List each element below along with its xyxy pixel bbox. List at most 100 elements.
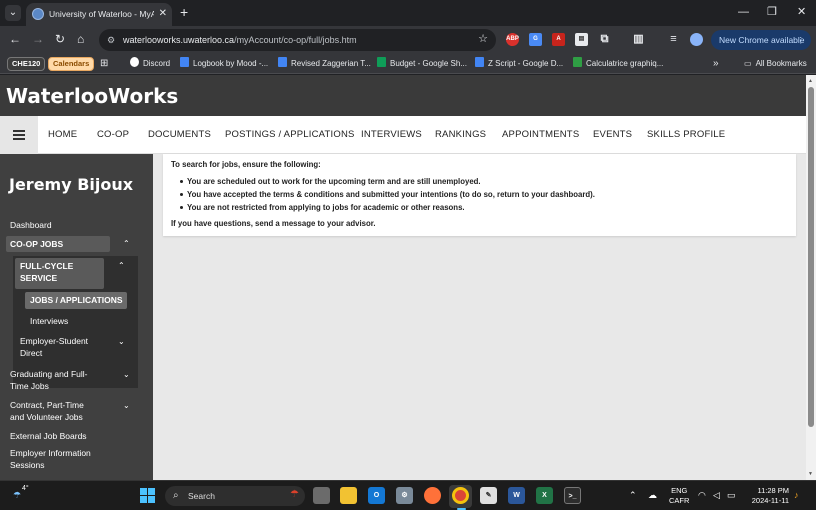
chevron-down-icon[interactable]: ⌄ bbox=[123, 401, 130, 411]
battery-icon[interactable]: ▭ bbox=[727, 490, 736, 501]
tray-overflow-chevron-icon[interactable]: ⌃ bbox=[629, 490, 637, 501]
file-explorer-icon[interactable] bbox=[340, 487, 357, 504]
reading-list-icon[interactable]: ≡ bbox=[667, 33, 680, 46]
wifi-icon[interactable]: ◠ bbox=[698, 490, 706, 501]
nav-rankings[interactable]: RANKINGS bbox=[435, 128, 486, 142]
tab-close-icon[interactable]: ✕ bbox=[159, 7, 167, 21]
user-name: Jeremy Bijoux bbox=[9, 175, 134, 194]
apps-grid-icon[interactable]: ⊞ bbox=[100, 57, 108, 71]
settings-gear-icon[interactable]: ⚙ bbox=[396, 487, 413, 504]
extensions-puzzle-icon[interactable]: ⧉ bbox=[598, 33, 611, 46]
chrome-icon[interactable] bbox=[452, 487, 469, 504]
minimize-icon[interactable]: — bbox=[738, 5, 749, 19]
sidebar-item-interviews[interactable]: Interviews bbox=[30, 315, 68, 327]
tab-active[interactable]: University of Waterloo - MyAcc ✕ bbox=[26, 3, 172, 26]
notepad-icon[interactable]: ✎ bbox=[480, 487, 497, 504]
bookmark-chip-che120[interactable]: CHE120 bbox=[7, 57, 46, 71]
nav-interviews[interactable]: INTERVIEWS bbox=[361, 128, 422, 142]
sidebar-item-employer-student-direct[interactable]: Employer-Student Direct bbox=[20, 335, 88, 359]
sidebar-item-dashboard[interactable]: Dashboard bbox=[10, 219, 52, 231]
chevron-down-icon[interactable]: ⌄ bbox=[123, 370, 130, 380]
tab-search-chevron-icon[interactable]: ⌄ bbox=[5, 5, 21, 21]
new-tab-plus-icon[interactable]: + bbox=[180, 4, 188, 20]
profile-avatar-icon[interactable] bbox=[690, 33, 703, 46]
firefox-icon[interactable] bbox=[424, 487, 441, 504]
bookmarks-overflow-chevron-icon[interactable]: » bbox=[713, 57, 719, 71]
page-scrollbar[interactable]: ▲ ▼ bbox=[806, 75, 816, 480]
forward-arrow-icon[interactable]: → bbox=[32, 32, 44, 46]
site-logo[interactable]: WaterlooWorks bbox=[6, 84, 178, 108]
nav-co-op[interactable]: CO-OP bbox=[97, 128, 129, 142]
side-panel-icon[interactable]: ▥ bbox=[632, 33, 645, 46]
folder-icon: ▭ bbox=[744, 59, 752, 68]
new-chrome-available-button[interactable]: New Chrome available ⋮ bbox=[711, 30, 811, 50]
chevron-up-icon[interactable]: ⌃ bbox=[123, 239, 130, 249]
nav-events[interactable]: EVENTS bbox=[593, 128, 632, 142]
pdf-extension-icon[interactable]: A bbox=[552, 33, 565, 46]
excel-icon[interactable]: X bbox=[536, 487, 553, 504]
rain-cloud-icon: ☂ bbox=[13, 490, 22, 500]
windows-start-icon[interactable] bbox=[140, 488, 156, 504]
volume-icon[interactable]: ◁ bbox=[713, 490, 720, 501]
bookmark-logbook[interactable]: Logbook by Mood -... bbox=[180, 57, 268, 71]
home-icon[interactable]: ⌂ bbox=[77, 32, 84, 46]
nav-skills-profile[interactable]: SKILLS PROFILE bbox=[647, 128, 725, 142]
bookmark-revised-zaggerian[interactable]: Revised Zaggerian T... bbox=[278, 57, 371, 71]
hamburger-menu-icon[interactable] bbox=[0, 116, 38, 154]
chevron-up-icon[interactable]: ⌃ bbox=[118, 261, 125, 271]
google-docs-icon bbox=[278, 57, 287, 67]
adblock-extension-icon[interactable]: ABP bbox=[506, 33, 519, 46]
language-indicator[interactable]: ENG CAFR bbox=[669, 486, 689, 506]
notification-bell-icon[interactable]: ♪ bbox=[794, 490, 799, 501]
document-extension-icon[interactable]: ▤ bbox=[575, 33, 588, 46]
browser-toolbar: ← → ↻ ⌂ ⚙ waterlooworks.uwaterloo.ca/myA… bbox=[0, 26, 816, 54]
chevron-down-icon[interactable]: ⌄ bbox=[118, 337, 125, 347]
sidebar-item-jobs-applications[interactable]: JOBS / APPLICATIONS bbox=[30, 294, 123, 306]
nav-documents[interactable]: DOCUMENTS bbox=[148, 128, 211, 142]
weather-widget[interactable]: ☂ 4° bbox=[13, 485, 33, 506]
restore-icon[interactable]: ❐ bbox=[767, 5, 777, 19]
site-info-icon[interactable]: ⚙ bbox=[107, 34, 115, 46]
taskbar-search[interactable]: ⌕ Search ☂ bbox=[165, 486, 305, 506]
windows-taskbar: ☂ 4° ⌕ Search ☂ O ⚙ ✎ W X >_ ⌃ ☁ ENG CAFR… bbox=[0, 480, 816, 510]
bookmarks-bar: CHE120 Calendars ⊞ Discord Logbook by Mo… bbox=[0, 54, 816, 74]
task-view-icon[interactable] bbox=[313, 487, 330, 504]
bookmark-z-script[interactable]: Z Script - Google D... bbox=[475, 57, 563, 71]
sidebar-item-coop-jobs[interactable]: CO-OP JOBS bbox=[10, 238, 63, 250]
bookmark-discord[interactable]: Discord bbox=[130, 57, 170, 71]
nav-postings-applications[interactable]: POSTINGS / APPLICATIONS bbox=[225, 128, 355, 142]
sidebar-item-contract-part-time[interactable]: Contract, Part-Time and Volunteer Jobs bbox=[10, 399, 84, 423]
reload-icon[interactable]: ↻ bbox=[55, 32, 65, 46]
url-text[interactable]: waterlooworks.uwaterloo.ca/myAccount/co-… bbox=[123, 34, 357, 46]
notice-bullet: You are scheduled out to work for the up… bbox=[187, 177, 481, 186]
all-bookmarks[interactable]: ▭ All Bookmarks bbox=[744, 57, 807, 71]
terminal-icon[interactable]: >_ bbox=[564, 487, 581, 504]
favicon-icon bbox=[32, 8, 44, 20]
sidebar: Jeremy Bijoux Dashboard CO-OP JOBS ⌃ FUL… bbox=[0, 154, 153, 480]
back-arrow-icon[interactable]: ← bbox=[9, 32, 21, 46]
window-close-icon[interactable]: ✕ bbox=[797, 5, 806, 19]
sidebar-item-external-job-boards[interactable]: External Job Boards bbox=[10, 430, 87, 442]
nav-appointments[interactable]: APPOINTMENTS bbox=[502, 128, 579, 142]
search-highlight-icon: ☂ bbox=[290, 489, 299, 500]
bookmark-chip-calendars[interactable]: Calendars bbox=[48, 57, 95, 71]
tab-strip: ⌄ University of Waterloo - MyAcc ✕ + — ❐… bbox=[0, 0, 816, 26]
sidebar-item-full-cycle-service[interactable]: FULL-CYCLE SERVICE bbox=[20, 260, 73, 284]
job-search-notice: To search for jobs, ensure the following… bbox=[163, 154, 796, 236]
translate-extension-icon[interactable]: G bbox=[529, 33, 542, 46]
scroll-up-arrow-icon[interactable]: ▲ bbox=[808, 78, 813, 84]
bookmark-star-icon[interactable]: ☆ bbox=[478, 33, 488, 46]
onedrive-cloud-icon[interactable]: ☁ bbox=[648, 490, 657, 501]
sidebar-item-graduating-jobs[interactable]: Graduating and Full- Time Jobs bbox=[10, 368, 88, 392]
system-clock[interactable]: 11:28 PM 2024-11-11 bbox=[745, 486, 789, 506]
scrollbar-thumb[interactable] bbox=[808, 87, 814, 427]
main-navigation: HOME CO-OP DOCUMENTS POSTINGS / APPLICAT… bbox=[0, 116, 806, 154]
word-icon[interactable]: W bbox=[508, 487, 525, 504]
outlook-icon[interactable]: O bbox=[368, 487, 385, 504]
scroll-down-arrow-icon[interactable]: ▼ bbox=[808, 471, 813, 477]
address-bar[interactable]: ⚙ waterlooworks.uwaterloo.ca/myAccount/c… bbox=[99, 29, 496, 51]
bookmark-calculatrice[interactable]: Calculatrice graphiq... bbox=[573, 57, 663, 71]
bookmark-budget[interactable]: Budget - Google Sh... bbox=[377, 57, 467, 71]
nav-home[interactable]: HOME bbox=[48, 128, 77, 142]
sidebar-item-employer-information-sessions[interactable]: Employer Information Sessions bbox=[10, 447, 91, 471]
